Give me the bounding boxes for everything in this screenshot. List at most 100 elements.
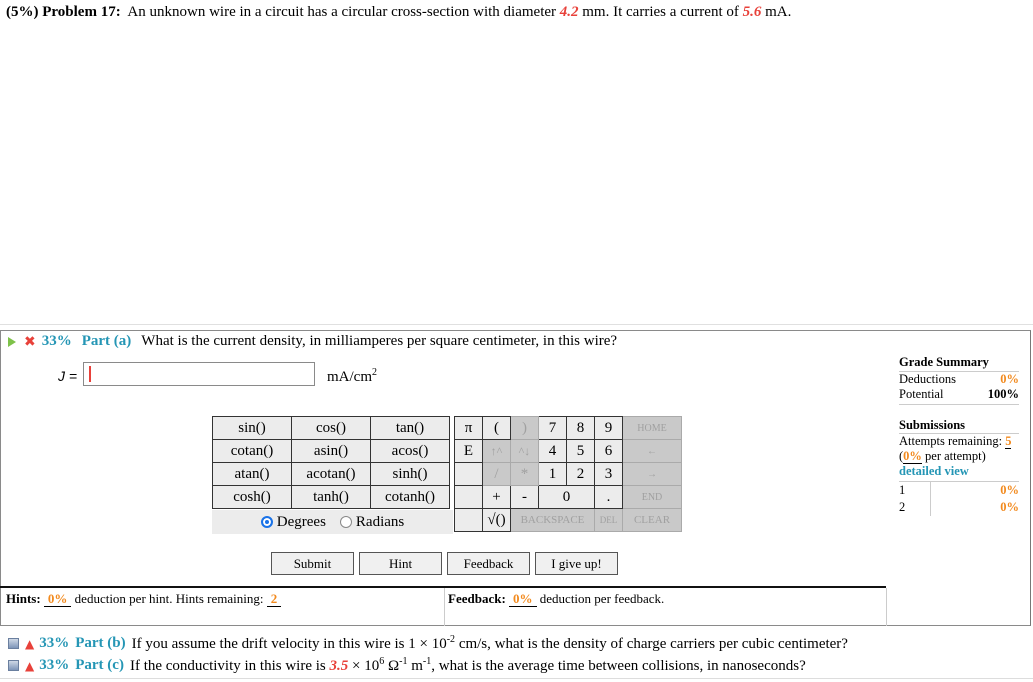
right-arrow-button[interactable]: → — [622, 462, 682, 486]
attempt-number: 1 — [899, 483, 906, 497]
key-5[interactable]: 5 — [566, 439, 595, 463]
decimal-button[interactable]: . — [594, 485, 623, 509]
key-7[interactable]: 7 — [538, 416, 567, 440]
empty-key — [454, 462, 483, 486]
answer-input[interactable] — [83, 362, 315, 386]
hint-button[interactable]: Hint — [359, 552, 442, 575]
radians-radio[interactable] — [339, 516, 352, 528]
key-6[interactable]: 6 — [594, 439, 623, 463]
degrees-radio[interactable] — [260, 516, 273, 528]
submit-button[interactable]: Submit — [271, 552, 354, 575]
cotan-button[interactable]: cotan() — [212, 439, 292, 463]
pi-button[interactable]: π — [454, 416, 483, 440]
problem-statement: (5%) Problem 17: An unknown wire in a ci… — [6, 4, 791, 21]
acos-button[interactable]: acos() — [370, 439, 450, 463]
tan-button[interactable]: tan() — [370, 416, 450, 440]
detailed-view-link[interactable]: detailed view — [899, 464, 1019, 479]
grade-summary: Grade Summary Deductions 0% Potential 10… — [899, 355, 1019, 405]
problem-number: Problem 17: — [42, 4, 121, 20]
attempts-label: Attempts remaining: — [899, 434, 1003, 448]
problem-text-2: mm. It carries a current of — [582, 4, 739, 20]
play-icon[interactable] — [8, 336, 16, 347]
delete-button[interactable]: DEL — [594, 508, 623, 532]
text-cursor — [89, 366, 91, 382]
asin-button[interactable]: asin() — [291, 439, 371, 463]
plus-button[interactable]: + — [482, 485, 511, 509]
backspace-button[interactable]: BACKSPACE — [510, 508, 595, 532]
key-2[interactable]: 2 — [566, 462, 595, 486]
deductions-value: 0% — [1000, 372, 1019, 386]
empty-key — [454, 485, 483, 509]
variable-label: J = — [58, 368, 78, 384]
tanh-button[interactable]: tanh() — [291, 485, 371, 509]
hints-info: Hints: 0% deduction per hint. Hints rema… — [6, 591, 282, 607]
attempts-remaining: 5 — [1005, 434, 1012, 448]
part-a-question: What is the current density, in milliamp… — [141, 333, 618, 349]
per-attempt-text: per attempt) — [925, 449, 986, 463]
end-button[interactable]: END — [622, 485, 682, 509]
attempt-score: 0% — [929, 499, 1019, 516]
units-text: mA/cm — [327, 369, 372, 385]
cos-button[interactable]: cos() — [291, 416, 371, 440]
warning-icon: ▲ — [25, 658, 35, 673]
e-button[interactable]: E — [454, 439, 483, 463]
feedback-button[interactable]: Feedback — [447, 552, 530, 575]
sinh-button[interactable]: sinh() — [370, 462, 450, 486]
potential-value: 100% — [987, 387, 1019, 401]
clear-button[interactable]: CLEAR — [622, 508, 682, 532]
feedback-info: Feedback: 0% deduction per feedback. — [448, 591, 664, 607]
key-0[interactable]: 0 — [538, 485, 595, 509]
key-1[interactable]: 1 — [538, 462, 567, 486]
expand-icon[interactable] — [8, 660, 19, 671]
give-up-button[interactable]: I give up! — [535, 552, 618, 575]
conductivity-value: 3.5 — [329, 658, 349, 674]
degrees-label: Degrees — [276, 513, 326, 530]
power-up-button[interactable]: ↑^ — [482, 439, 511, 463]
table-row: 1 0% — [899, 481, 1019, 499]
attempt-number: 2 — [899, 500, 906, 514]
sin-button[interactable]: sin() — [212, 416, 292, 440]
diameter-value: 4.2 — [559, 4, 579, 20]
attempt-score: 0% — [929, 481, 1019, 499]
acotan-button[interactable]: acotan() — [291, 462, 371, 486]
multiply-button[interactable]: * — [510, 462, 539, 486]
per-attempt-deduction: 0% — [903, 449, 922, 463]
calculator-keypad: π ( ) 7 8 9 HOME E ↑^ ^↓ 4 5 6 ← / * 1 2… — [454, 416, 682, 532]
key-8[interactable]: 8 — [566, 416, 595, 440]
key-4[interactable]: 4 — [538, 439, 567, 463]
units-exponent: 2 — [372, 367, 377, 378]
right-paren-button[interactable]: ) — [510, 416, 539, 440]
home-button[interactable]: HOME — [622, 416, 682, 440]
part-c-header[interactable]: ▲ 33% Part (c) If the conductivity in th… — [8, 656, 806, 675]
key-3[interactable]: 3 — [594, 462, 623, 486]
feedback-text: deduction per feedback. — [539, 591, 665, 606]
part-b-percent: 33% — [39, 635, 70, 651]
empty-key — [454, 508, 483, 532]
expand-icon[interactable] — [8, 638, 19, 649]
deductions-label: Deductions — [899, 372, 956, 386]
problem-text-3: mA. — [765, 4, 792, 20]
atan-button[interactable]: atan() — [212, 462, 292, 486]
radians-label: Radians — [355, 513, 405, 530]
problem-weight: (5%) — [6, 4, 39, 20]
hints-text: deduction per hint. Hints remaining: — [74, 591, 264, 606]
part-c-text: If the conductivity in this wire is 3.5 … — [129, 656, 806, 674]
cosh-button[interactable]: cosh() — [212, 485, 292, 509]
left-arrow-button[interactable]: ← — [622, 439, 682, 463]
key-9[interactable]: 9 — [594, 416, 623, 440]
sqrt-button[interactable]: √() — [482, 508, 511, 532]
part-b-label: Part (b) — [75, 635, 126, 651]
submissions-table: 1 0% 2 0% — [899, 481, 1019, 516]
problem-text-1: An unknown wire in a circuit has a circu… — [127, 4, 557, 20]
divide-button[interactable]: / — [482, 462, 511, 486]
cross-icon: ✖ — [24, 333, 36, 350]
feedback-deduction: 0% — [513, 591, 533, 606]
power-down-button[interactable]: ^↓ — [510, 439, 539, 463]
left-paren-button[interactable]: ( — [482, 416, 511, 440]
divider — [444, 588, 445, 626]
submissions: Submissions Attempts remaining: 5 (0% pe… — [899, 418, 1019, 516]
minus-button[interactable]: - — [510, 485, 539, 509]
part-b-header[interactable]: ▲ 33% Part (b) If you assume the drift v… — [8, 634, 848, 653]
cotanh-button[interactable]: cotanh() — [370, 485, 450, 509]
divider — [0, 678, 1033, 679]
